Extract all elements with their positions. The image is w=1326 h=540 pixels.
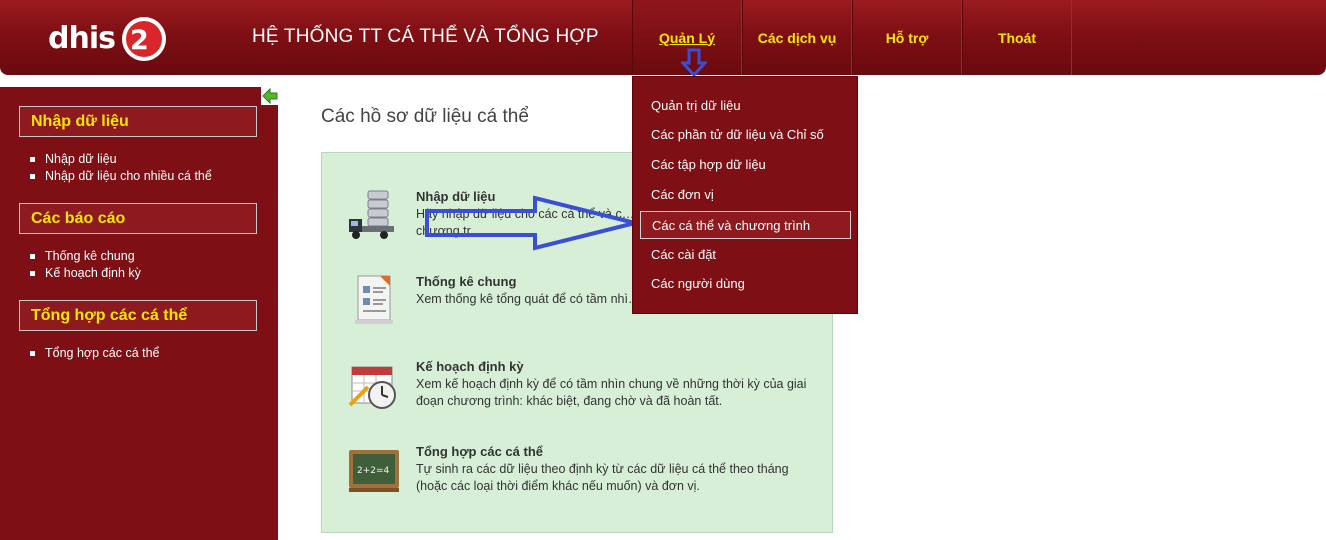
nav-thoat[interactable]: Thoát xyxy=(962,0,1072,75)
sidebar-item-nhap-nhieu-ca-the[interactable]: Nhập dữ liệu cho nhiều cá thể xyxy=(30,168,212,185)
nav-label: Các dịch vụ xyxy=(757,29,837,46)
collapse-sidebar-icon[interactable] xyxy=(261,87,279,105)
sidebar-item-tong-hop-ca-the[interactable]: Tổng hợp các cá thể xyxy=(30,345,160,362)
top-nav: Quản Lý Các dịch vụ Hỗ trợ Thoát xyxy=(632,0,1072,75)
sidebar-section-cac-bao-cao: Các báo cáo xyxy=(19,203,257,234)
nav-label: Hỗ trợ xyxy=(885,29,929,46)
truck-database-icon xyxy=(349,190,394,239)
sidebar-list-nhap-du-lieu: Nhập dữ liệu Nhập dữ liệu cho nhiều cá t… xyxy=(30,151,212,185)
menu-item-cac-don-vi[interactable]: Các đơn vị xyxy=(640,181,851,209)
module-title: Nhập dữ liệu xyxy=(416,189,496,204)
menu-item-cac-nguoi-dung[interactable]: Các người dùng xyxy=(640,270,851,298)
nav-label: Thoát xyxy=(997,29,1037,46)
menu-item-tap-hop-du-lieu[interactable]: Các tập hợp dữ liệu xyxy=(640,151,851,179)
nav-label: Quản Lý xyxy=(658,29,715,46)
sidebar-list-tong-hop: Tổng hợp các cá thể xyxy=(30,345,160,362)
menu-item-ca-the-chuong-trinh[interactable]: Các cá thể và chương trình xyxy=(640,211,851,239)
sidebar-section-nhap-du-lieu: Nhập dữ liệu xyxy=(19,106,257,137)
nav-ho-tro[interactable]: Hỗ trợ xyxy=(852,0,962,75)
menu-item-cac-cai-dat[interactable]: Các cài đặt xyxy=(640,241,851,269)
chalkboard-icon: 2+2=4 xyxy=(349,450,399,492)
quan-ly-dropdown-menu: Quản trị dữ liệu Các phần tử dữ liệu và … xyxy=(632,76,858,314)
page-title: Các hồ sơ dữ liệu cá thể xyxy=(321,106,529,127)
sidebar-list-cac-bao-cao: Thống kê chung Kế hoạch định kỳ xyxy=(30,248,141,282)
module-title: Thống kê chung xyxy=(416,274,517,289)
menu-item-phan-tu-du-lieu-chi-so[interactable]: Các phần tử dữ liệu và Chỉ số xyxy=(640,121,851,149)
menu-item-quan-tri-du-lieu[interactable]: Quản trị dữ liệu xyxy=(640,92,851,120)
top-header: dhis 2 HỆ THỐNG TT CÁ THỂ VÀ TỔNG HỢP Qu… xyxy=(0,0,1326,75)
module-title: Tổng hợp các cá thể xyxy=(416,444,543,459)
svg-text:2+2=4: 2+2=4 xyxy=(357,466,390,476)
document-report-icon xyxy=(355,275,393,324)
sidebar-item-thong-ke-chung[interactable]: Thống kê chung xyxy=(30,248,141,265)
sidebar-item-nhap-du-lieu[interactable]: Nhập dữ liệu xyxy=(30,151,212,168)
svg-text:2: 2 xyxy=(130,25,149,56)
module-desc: Tự sinh ra các dữ liệu theo định kỳ từ c… xyxy=(416,462,789,493)
sidebar-section-tong-hop: Tổng hợp các cá thể xyxy=(19,300,257,331)
app-title: HỆ THỐNG TT CÁ THỂ VÀ TỔNG HỢP xyxy=(252,26,599,47)
dhis2-logo[interactable]: dhis 2 xyxy=(46,14,171,64)
nav-quan-ly[interactable]: Quản Lý xyxy=(632,0,742,75)
sidebar-item-ke-hoach-dinh-ky[interactable]: Kế hoạch định kỳ xyxy=(30,265,141,282)
svg-text:dhis: dhis xyxy=(48,21,115,56)
module-desc: Xem kế hoạch định kỳ để có tầm nhìn chun… xyxy=(416,377,807,408)
nav-cac-dich-vu[interactable]: Các dịch vụ xyxy=(742,0,852,75)
module-title: Kế hoạch định kỳ xyxy=(416,359,524,374)
calendar-clock-icon xyxy=(348,366,396,409)
